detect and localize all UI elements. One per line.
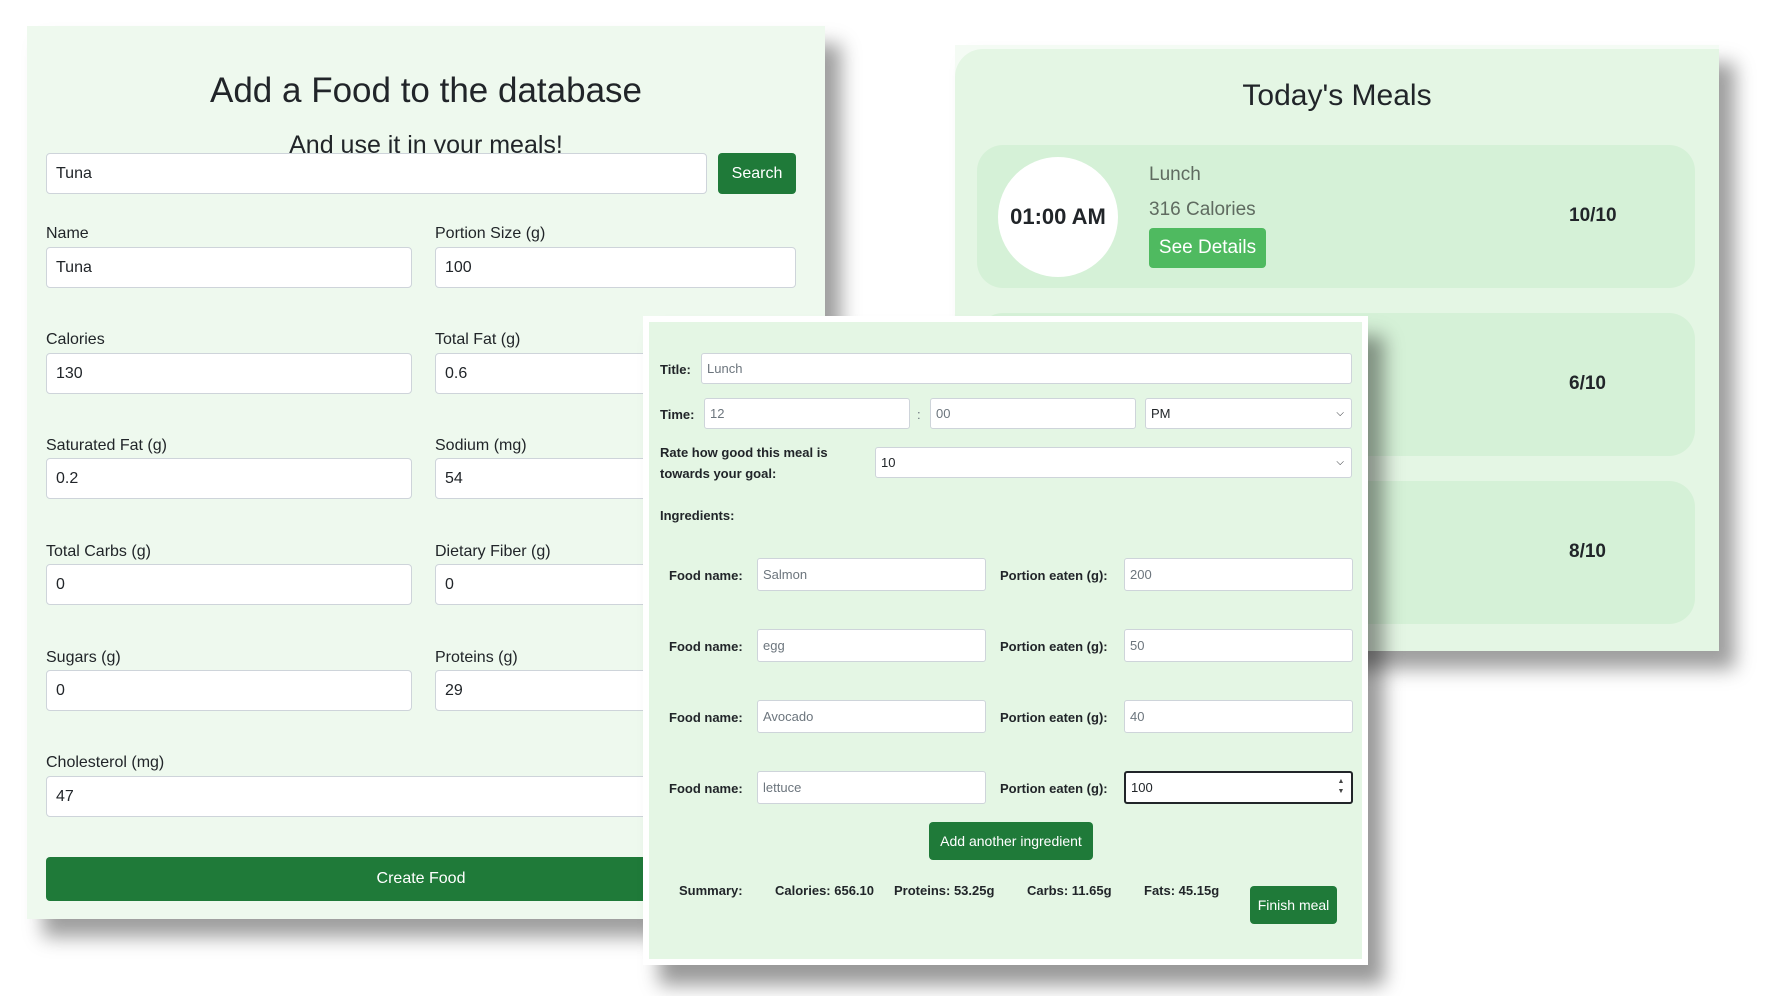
meals-title: Today's Meals: [1242, 79, 1432, 112]
proteins-label: Proteins (g): [435, 649, 518, 666]
hour-input[interactable]: 12: [704, 398, 910, 429]
food-name-input[interactable]: egg: [757, 629, 986, 662]
meal-card: 01:00 AM Lunch 316 Calories See Details …: [977, 145, 1695, 288]
portion-eaten-label: Portion eaten (g):: [1000, 781, 1108, 796]
portion-eaten-label: Portion eaten (g):: [1000, 568, 1108, 583]
food-name-input[interactable]: Avocado: [757, 700, 986, 733]
calories-label: Calories: [46, 331, 105, 348]
portion-eaten-input[interactable]: 100 ▲ ▼: [1124, 771, 1353, 804]
food-name-input[interactable]: Salmon: [757, 558, 986, 591]
total-carbs-field[interactable]: 0: [46, 564, 412, 605]
see-details-button[interactable]: See Details: [1149, 228, 1266, 268]
sugars-label: Sugars (g): [46, 649, 121, 666]
meal-editor-panel: Title: Lunch Time: 12 : 00 PM ⌵ Rate how…: [643, 316, 1368, 965]
page-title: Add a Food to the database: [210, 71, 642, 110]
add-ingredient-button[interactable]: Add another ingredient: [929, 822, 1093, 860]
ingredients-label: Ingredients:: [660, 508, 735, 523]
cholesterol-label: Cholesterol (mg): [46, 754, 165, 771]
summary-proteins: Proteins: 53.25g: [894, 883, 995, 898]
saturated-fat-label: Saturated Fat (g): [46, 437, 167, 454]
time-label: Time:: [660, 407, 695, 422]
portion-eaten-label: Portion eaten (g):: [1000, 710, 1108, 725]
ampm-select[interactable]: PM ⌵: [1145, 398, 1352, 429]
meal-rating: 6/10: [1569, 373, 1606, 394]
meal-title-input[interactable]: Lunch: [701, 353, 1352, 384]
total-carbs-label: Total Carbs (g): [46, 543, 151, 560]
meal-name: Lunch: [1149, 164, 1201, 185]
sodium-label: Sodium (mg): [435, 437, 527, 454]
rating-select[interactable]: 10 ⌵: [875, 447, 1352, 478]
food-name-label: Food name:: [669, 781, 743, 796]
search-button[interactable]: Search: [718, 153, 796, 194]
portion-eaten-label: Portion eaten (g):: [1000, 639, 1108, 654]
summary-fats: Fats: 45.15g: [1144, 883, 1220, 898]
finish-meal-button[interactable]: Finish meal: [1250, 886, 1337, 924]
summary-calories: Calories: 656.10: [775, 883, 875, 898]
saturated-fat-field[interactable]: 0.2: [46, 458, 412, 499]
sugars-field[interactable]: 0: [46, 670, 412, 711]
portion-eaten-input[interactable]: 40: [1124, 700, 1353, 733]
meal-rating: 8/10: [1569, 541, 1606, 562]
dietary-fiber-label: Dietary Fiber (g): [435, 543, 551, 560]
chevron-down-icon: ⌵: [1336, 457, 1344, 468]
time-separator: :: [917, 407, 921, 422]
ampm-value: PM: [1151, 406, 1171, 421]
food-name-input[interactable]: lettuce: [757, 771, 986, 804]
portion-eaten-input[interactable]: 200: [1124, 558, 1353, 591]
portion-eaten-value: 100: [1131, 780, 1153, 795]
summary-label: Summary:: [679, 883, 743, 898]
meal-calories: 316 Calories: [1149, 199, 1256, 220]
portion-eaten-input[interactable]: 50: [1124, 629, 1353, 662]
food-name-label: Food name:: [669, 710, 743, 725]
food-name-label: Food name:: [669, 639, 743, 654]
number-spinner-icon[interactable]: ▲ ▼: [1336, 777, 1346, 799]
name-label: Name: [46, 225, 89, 242]
portion-size-field[interactable]: 100: [435, 247, 796, 288]
chevron-down-icon: ⌵: [1336, 408, 1344, 419]
search-input[interactable]: Tuna: [46, 153, 707, 194]
title-label: Title:: [660, 362, 691, 377]
total-fat-label: Total Fat (g): [435, 331, 521, 348]
rate-label: Rate how good this meal is towards your …: [660, 445, 828, 481]
portion-size-label: Portion Size (g): [435, 225, 546, 242]
meal-rating: 10/10: [1569, 205, 1617, 226]
food-name-label: Food name:: [669, 568, 743, 583]
rating-value: 10: [881, 455, 896, 470]
calories-field[interactable]: 130: [46, 353, 412, 394]
minute-input[interactable]: 00: [930, 398, 1136, 429]
summary-carbs: Carbs: 11.65g: [1027, 883, 1112, 898]
meal-time: 01:00 AM: [998, 157, 1118, 277]
name-field[interactable]: Tuna: [46, 247, 412, 288]
